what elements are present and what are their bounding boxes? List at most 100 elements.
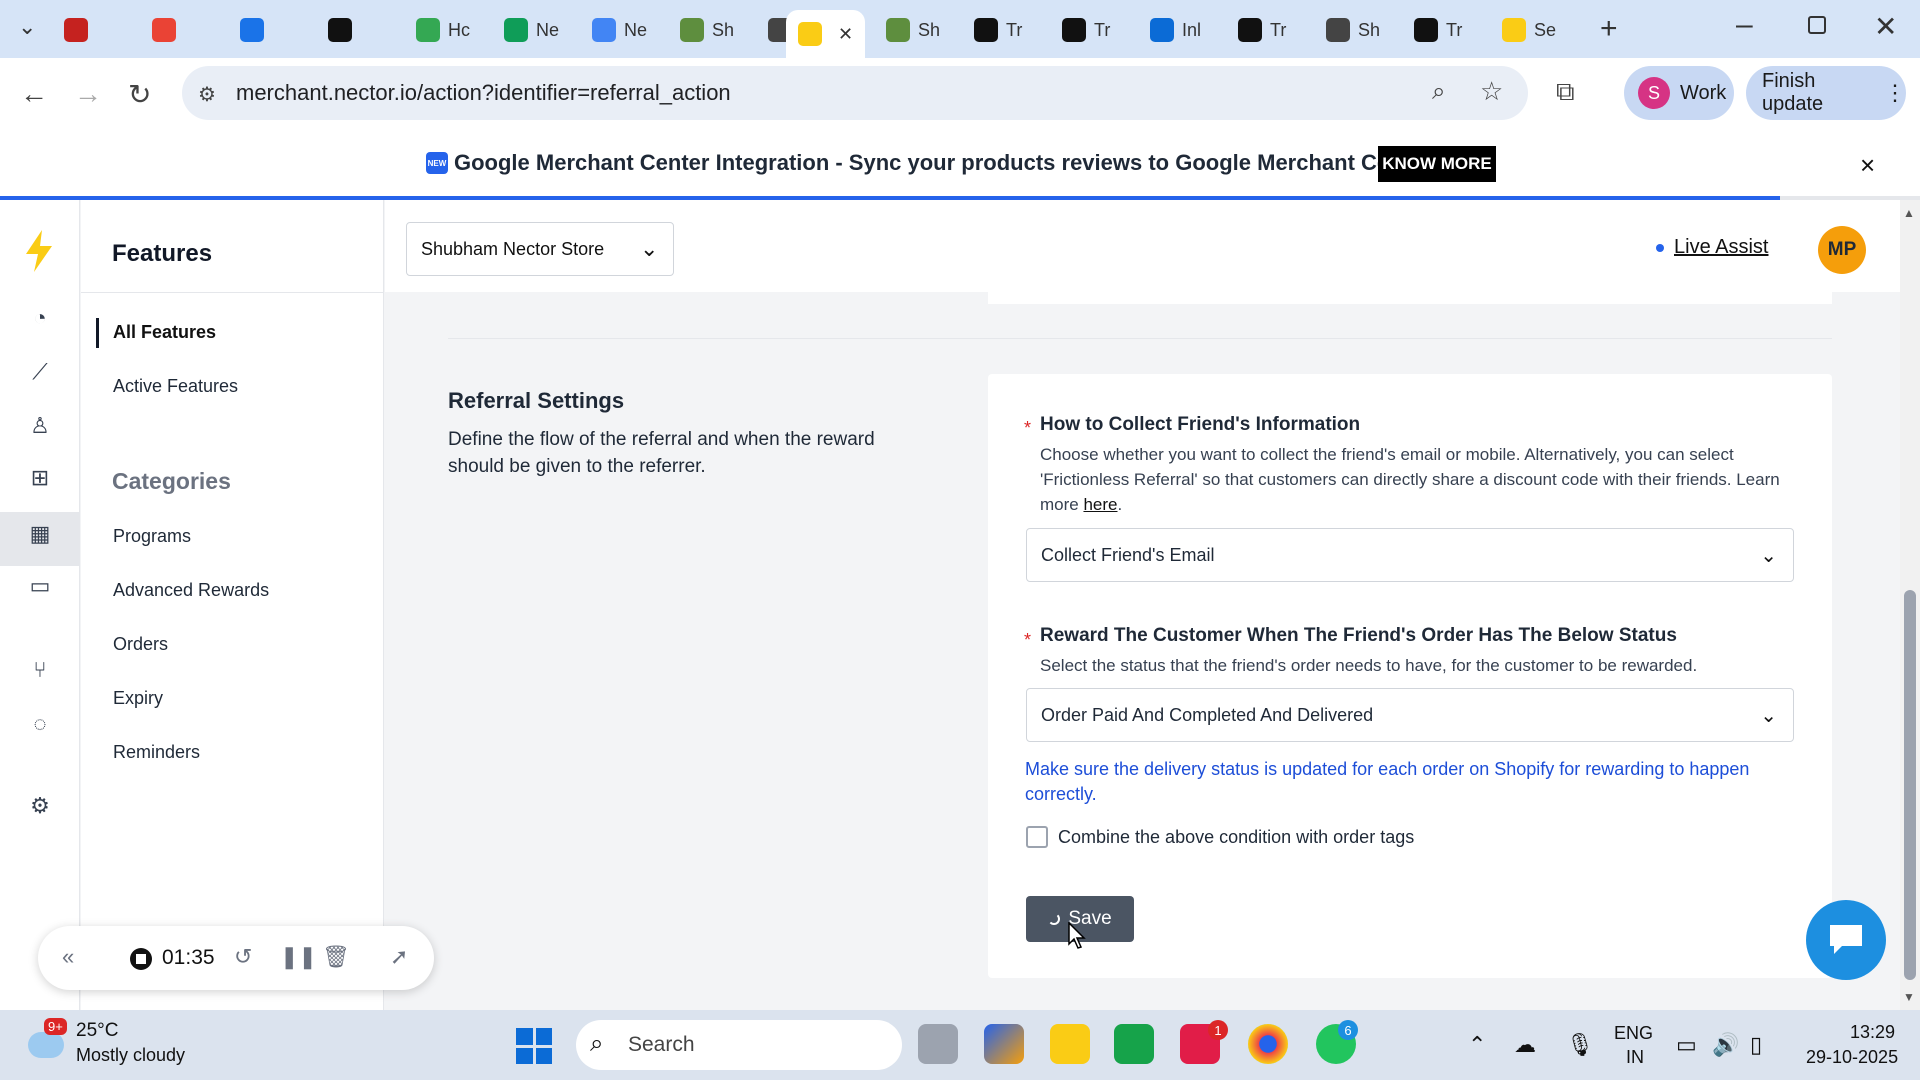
browser-tab[interactable]: Tr: [974, 10, 1022, 50]
finish-update-button[interactable]: Finish update ⋮: [1746, 66, 1906, 120]
settings-icon[interactable]: ⚙: [28, 794, 52, 818]
pie-chart-icon[interactable]: ◔: [28, 306, 52, 330]
learn-more-link[interactable]: here: [1083, 495, 1117, 514]
sidebar-item-expiry[interactable]: Expiry: [113, 688, 163, 709]
line-chart-icon[interactable]: ⟋: [28, 360, 52, 384]
trash-icon[interactable]: 🗑: [322, 944, 350, 970]
forward-icon[interactable]: →: [74, 78, 102, 110]
book-icon[interactable]: ▭: [28, 574, 52, 598]
pause-icon[interactable]: ❚❚: [280, 944, 317, 970]
site-settings-icon[interactable]: ⚙: [198, 82, 216, 107]
collapse-icon[interactable]: «: [62, 944, 74, 970]
section-description: Define the flow of the referral and when…: [448, 429, 875, 477]
minimize-button[interactable]: –: [1736, 8, 1753, 42]
browser-tab[interactable]: Sh: [680, 10, 734, 50]
sidebar-item-all-features[interactable]: All Features: [113, 322, 216, 343]
close-window-button[interactable]: ✕: [1874, 10, 1897, 43]
browser-tab[interactable]: [64, 10, 96, 50]
pointer-icon[interactable]: ➚: [390, 944, 408, 970]
collect-info-dropdown[interactable]: Collect Friend's Email ⌄: [1026, 528, 1794, 582]
kebab-menu-icon[interactable]: ⋮: [1884, 80, 1906, 106]
question-description: Select the status that the friend's orde…: [1040, 656, 1698, 675]
question-description-end: .: [1117, 495, 1123, 514]
browser-tab[interactable]: Ne: [504, 10, 559, 50]
sidebar-item-orders[interactable]: Orders: [113, 634, 168, 655]
sidebar-item-reminders[interactable]: Reminders: [113, 742, 200, 763]
chat-icon[interactable]: ◌: [28, 712, 52, 736]
bolt-icon[interactable]: [24, 230, 54, 272]
region-indicator[interactable]: IN: [1626, 1047, 1644, 1068]
scroll-up-icon[interactable]: ▲: [1903, 206, 1915, 220]
browser-tab[interactable]: Hc: [416, 10, 470, 50]
sidebar-item-programs[interactable]: Programs: [113, 526, 191, 547]
microphone-icon[interactable]: 🎙: [1566, 1032, 1594, 1058]
weather-description[interactable]: Mostly cloudy: [76, 1045, 185, 1066]
tab-favicon-icon: [1414, 18, 1438, 42]
know-more-button[interactable]: KNOW MORE: [1378, 146, 1496, 182]
excel-icon[interactable]: [1114, 1024, 1154, 1064]
zoom-icon[interactable]: ⌕: [1432, 78, 1445, 106]
restore-button[interactable]: [1808, 16, 1826, 34]
weather-cloud-icon[interactable]: [28, 1032, 64, 1058]
sidebar-item-advanced-rewards[interactable]: Advanced Rewards: [113, 580, 269, 601]
weather-badge: 9+: [44, 1018, 67, 1035]
scrollbar-thumb[interactable]: [1904, 590, 1916, 980]
reload-icon[interactable]: ↻: [128, 78, 151, 111]
order-tags-checkbox[interactable]: [1026, 826, 1048, 848]
url-text[interactable]: merchant.nector.io/action?identifier=ref…: [236, 80, 731, 106]
tab-close-icon[interactable]: ✕: [838, 24, 853, 45]
profile-button[interactable]: S Work: [1624, 66, 1734, 120]
tab-favicon-icon: [1502, 18, 1526, 42]
copilot-icon[interactable]: [984, 1024, 1024, 1064]
new-tab-button[interactable]: +: [1600, 12, 1618, 46]
store-selector[interactable]: Shubham Nector Store: [406, 222, 674, 276]
order-status-dropdown[interactable]: Order Paid And Completed And Delivered ⌄: [1026, 688, 1794, 742]
browser-tab[interactable]: [240, 10, 272, 50]
user-icon[interactable]: ♙: [28, 414, 52, 438]
banner-close-icon[interactable]: ×: [1860, 150, 1875, 181]
order-tags-checkbox-label[interactable]: Combine the above condition with order t…: [1058, 827, 1414, 848]
tab-favicon-icon: [1062, 18, 1086, 42]
language-indicator[interactable]: ENG: [1614, 1023, 1653, 1044]
taskbar-search-label: Search: [628, 1033, 695, 1056]
browser-tab[interactable]: Ne: [592, 10, 647, 50]
grid-icon[interactable]: ▦: [28, 522, 52, 546]
browser-tab[interactable]: Tr: [1238, 10, 1286, 50]
chevron-up-icon[interactable]: ⌃: [1468, 1032, 1486, 1058]
browser-tab-active[interactable]: ✕: [786, 10, 866, 58]
bookmark-star-icon[interactable]: ☆: [1480, 76, 1503, 107]
gift-icon[interactable]: ⊞: [28, 466, 52, 490]
volume-icon[interactable]: 🔊: [1712, 1032, 1739, 1058]
browser-tab[interactable]: Tr: [1062, 10, 1110, 50]
task-view-icon[interactable]: [918, 1024, 958, 1064]
sidebar-item-active-features[interactable]: Active Features: [113, 376, 238, 397]
network-icon[interactable]: ▭: [1676, 1032, 1697, 1058]
browser-tab[interactable]: Sh: [1326, 10, 1380, 50]
restart-icon[interactable]: ↺: [234, 944, 252, 970]
browser-tab[interactable]: Inl: [1150, 10, 1201, 50]
battery-icon[interactable]: ▯: [1750, 1032, 1762, 1058]
weather-temperature[interactable]: 25°C: [76, 1020, 118, 1042]
tab-favicon-icon: [1326, 18, 1350, 42]
windows-start-icon[interactable]: [516, 1028, 552, 1064]
onedrive-icon[interactable]: ☁: [1514, 1032, 1536, 1058]
taskbar-search[interactable]: Search: [576, 1020, 902, 1070]
browser-tab[interactable]: Tr: [1414, 10, 1462, 50]
chevron-down-icon[interactable]: ⌄: [640, 236, 658, 262]
browser-tab[interactable]: Se: [1502, 10, 1556, 50]
scroll-down-icon[interactable]: ▼: [1903, 990, 1915, 1004]
file-explorer-icon[interactable]: [1050, 1024, 1090, 1064]
browser-tab[interactable]: [152, 10, 184, 50]
extensions-icon[interactable]: ⧉: [1556, 76, 1575, 108]
browser-tab[interactable]: Sh: [886, 10, 940, 50]
chrome-icon[interactable]: [1248, 1024, 1288, 1064]
support-chat-button[interactable]: [1806, 900, 1886, 980]
clock-date[interactable]: 29-10-2025: [1806, 1047, 1898, 1068]
tab-search-chevron-icon[interactable]: ⌄: [18, 14, 36, 40]
clock-time[interactable]: 13:29: [1850, 1022, 1895, 1043]
user-avatar[interactable]: MP: [1818, 226, 1866, 274]
browser-tab[interactable]: [328, 10, 360, 50]
git-branch-icon[interactable]: ⑂: [28, 658, 52, 682]
back-icon[interactable]: ←: [20, 78, 48, 110]
live-assist-link[interactable]: Live Assist: [1674, 236, 1768, 259]
